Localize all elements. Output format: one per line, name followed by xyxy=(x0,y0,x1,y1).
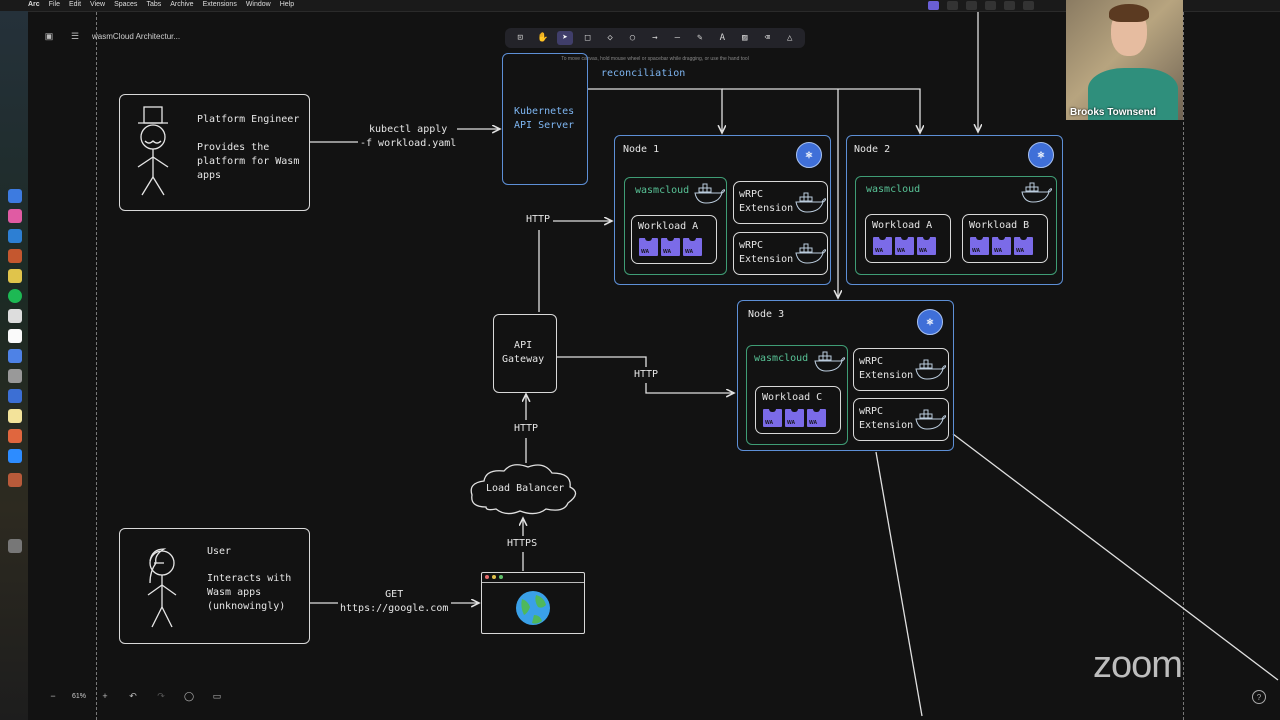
maximize-dot-icon xyxy=(499,575,503,579)
participant-name: Brooks Townsend xyxy=(1070,107,1156,118)
help-icon[interactable]: ? xyxy=(1252,690,1266,704)
wasm-icon: WA xyxy=(970,237,989,255)
workload-b-box[interactable]: Workload B WA WA WA xyxy=(962,214,1048,263)
platform-engineer-desc: Provides the platform for Wasm apps xyxy=(197,142,300,181)
zoom-in-icon[interactable]: + xyxy=(96,688,114,704)
docker-icon xyxy=(915,359,946,380)
docker-icon xyxy=(795,243,826,264)
wasm-icon: WA xyxy=(807,409,826,427)
docker-icon xyxy=(795,192,826,213)
video-tile[interactable]: Brooks Townsend xyxy=(1066,0,1183,120)
kubectl-label: kubectl apply -f workload.yaml xyxy=(360,124,457,149)
user-title: User xyxy=(207,546,232,557)
wrpc-extension-box[interactable]: wRPC Extension xyxy=(733,232,828,275)
wasm-icon: WA xyxy=(683,238,702,256)
kubernetes-api-label: Kubernetes API Server xyxy=(514,106,575,131)
arrow-http-node3 xyxy=(645,383,734,393)
wrpc-extension-label: wRPC Extension xyxy=(739,240,794,265)
wasmcloud-label: wasmcloud xyxy=(635,185,690,196)
wasm-icon: WA xyxy=(873,237,892,255)
docker-icon xyxy=(814,351,845,372)
http-label: HTTP xyxy=(514,423,539,434)
wasm-icon: WA xyxy=(785,409,804,427)
node-2-label: Node 2 xyxy=(854,144,891,155)
minimize-dot-icon xyxy=(492,575,496,579)
wasmcloud-label: wasmcloud xyxy=(754,353,809,364)
browser-titlebar xyxy=(482,573,584,583)
wrpc-extension-label: wRPC Extension xyxy=(859,356,914,381)
zoom-out-icon[interactable]: − xyxy=(44,688,62,704)
zoom-watermark: zoom xyxy=(1093,644,1183,686)
wasm-icon: WA xyxy=(639,238,658,256)
wasmcloud-host[interactable]: wasmcloud Workload C WA WA WA xyxy=(746,345,848,445)
arrow-reconcile-node2 xyxy=(722,88,920,133)
kubernetes-icon: ⎈ xyxy=(796,142,822,168)
wasmcloud-label: wasmcloud xyxy=(866,184,921,195)
workload-a-box[interactable]: Workload A WA WA WA xyxy=(865,214,951,263)
wrpc-extension-box[interactable]: wRPC Extension xyxy=(853,398,949,441)
kubernetes-icon: ⎈ xyxy=(917,309,943,335)
platform-engineer-title: Platform Engineer xyxy=(197,114,300,125)
globe-icon xyxy=(516,591,550,625)
wasm-icon: WA xyxy=(917,237,936,255)
wasm-components: WA WA WA xyxy=(639,238,702,256)
wasm-icon: WA xyxy=(661,238,680,256)
bottom-controls: − 61% + ↶ ↷ ◯ ▭ xyxy=(44,688,226,704)
wasmcloud-host[interactable]: wasmcloud Workload A WA WA WA Workload B… xyxy=(855,176,1057,275)
node-1-label: Node 1 xyxy=(623,144,660,155)
comment-icon[interactable]: ◯ xyxy=(180,688,198,704)
close-dot-icon xyxy=(485,575,489,579)
stick-figure-top-hat-icon xyxy=(137,106,169,196)
wasmcloud-host[interactable]: wasmcloud Workload A WA WA WA xyxy=(624,177,727,275)
wasm-icon: WA xyxy=(895,237,914,255)
workload-c-box[interactable]: Workload C WA WA WA xyxy=(755,386,841,434)
workload-a-label: Workload A xyxy=(638,221,699,232)
docker-icon xyxy=(694,183,725,204)
node-3-label: Node 3 xyxy=(748,309,785,320)
workload-b-label: Workload B xyxy=(969,220,1030,231)
redo-icon[interactable]: ↷ xyxy=(152,688,170,704)
workload-a-box[interactable]: Workload A WA WA WA xyxy=(631,215,717,264)
line-node3-down xyxy=(875,451,923,717)
wasm-components: WA WA WA xyxy=(763,409,826,427)
platform-engineer-box[interactable]: Platform Engineer Provides the platform … xyxy=(119,94,310,211)
wrpc-extension-box[interactable]: wRPC Extension xyxy=(733,181,828,224)
http-label: HTTP xyxy=(634,369,659,380)
arrow-reconcile-node1 xyxy=(587,88,722,133)
wrpc-extension-label: wRPC Extension xyxy=(859,406,914,431)
https-label: HTTPS xyxy=(507,538,538,549)
reconciliation-label: reconciliation xyxy=(601,68,686,79)
line-gateway-right xyxy=(557,356,647,367)
node-3[interactable]: Node 3 ⎈ wasmcloud Workload C WA WA WA w… xyxy=(737,300,954,451)
wasm-components: WA WA WA xyxy=(970,237,1033,255)
api-gateway-box[interactable]: API Gateway xyxy=(493,314,557,393)
user-box[interactable]: User Interacts with Wasm apps (unknowing… xyxy=(119,528,310,644)
wasm-components: WA WA WA xyxy=(873,237,936,255)
user-desc: Interacts with Wasm apps (unknowingly) xyxy=(207,573,292,612)
load-balancer-label: Load Balancer xyxy=(486,483,565,494)
workload-a-label: Workload A xyxy=(872,220,933,231)
zoom-level[interactable]: 61% xyxy=(72,693,86,700)
participant-hair xyxy=(1109,4,1149,22)
kubernetes-api-server-box[interactable]: Kubernetes API Server xyxy=(502,53,588,185)
wrpc-extension-label: wRPC Extension xyxy=(739,189,794,214)
browser-window[interactable] xyxy=(481,572,585,634)
docker-icon xyxy=(915,409,946,430)
docker-icon xyxy=(1021,182,1052,203)
http-label: HTTP xyxy=(526,214,551,225)
kubernetes-icon: ⎈ xyxy=(1028,142,1054,168)
wasm-icon: WA xyxy=(1014,237,1033,255)
chat-icon[interactable]: ▭ xyxy=(208,688,226,704)
wasm-icon: WA xyxy=(992,237,1011,255)
wasm-icon: WA xyxy=(763,409,782,427)
stick-figure-user-icon xyxy=(147,548,177,628)
undo-icon[interactable]: ↶ xyxy=(124,688,142,704)
node-2[interactable]: Node 2 ⎈ wasmcloud Workload A WA WA WA W… xyxy=(846,135,1063,285)
api-gateway-label: API Gateway xyxy=(502,340,545,365)
node-1[interactable]: Node 1 ⎈ wasmcloud Workload A WA WA WA w… xyxy=(614,135,831,285)
workload-c-label: Workload C xyxy=(762,392,823,403)
wrpc-extension-box[interactable]: wRPC Extension xyxy=(853,348,949,391)
get-request-label: GET https://google.com xyxy=(340,589,449,614)
